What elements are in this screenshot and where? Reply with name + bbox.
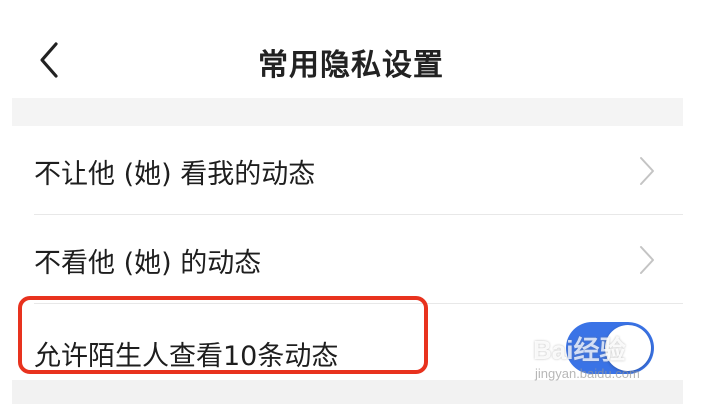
setting-label: 不看他 (她) 的动态 [34,248,262,279]
setting-row-hide-their-moments[interactable]: 不看他 (她) 的动态 [12,215,683,303]
watermark-url: jingyan.baidu.com [535,366,640,381]
nav-header: 常用隐私设置 [0,0,702,98]
setting-row-hide-my-moments[interactable]: 不让他 (她) 看我的动态 [12,126,683,214]
watermark-logo: Bai经验 [533,335,626,365]
chevron-right-icon [640,246,654,274]
chevron-right-icon [640,157,654,185]
highlight-annotation [18,296,428,374]
privacy-settings-screen: 常用隐私设置 不让他 (她) 看我的动态 不看他 (她) 的动态 允许陌生人查看… [0,0,702,404]
watermark: Bai经验 jingyan.baidu.com [533,330,673,390]
section-separator [12,98,683,126]
setting-label: 不让他 (她) 看我的动态 [34,159,316,190]
page-title: 常用隐私设置 [258,48,444,83]
